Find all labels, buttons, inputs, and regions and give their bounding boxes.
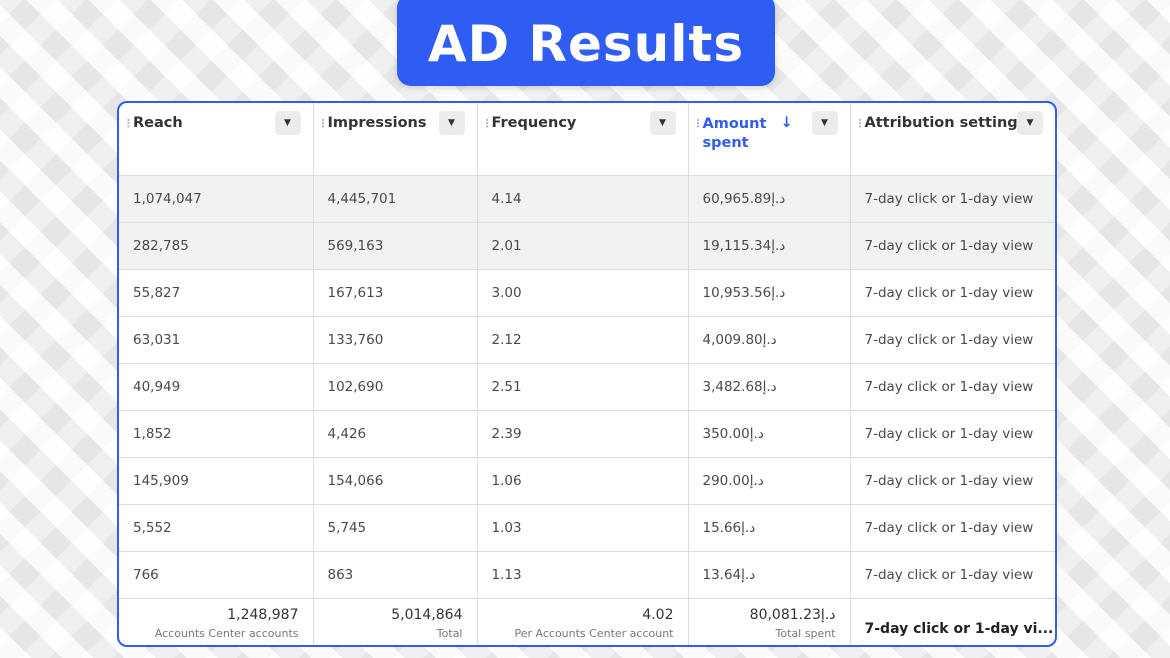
caret-down-icon[interactable]: ▼ bbox=[438, 111, 465, 135]
cell-attribution-setting: 7-day click or 1-day view bbox=[850, 551, 1055, 599]
cell-attribution-setting: 7-day click or 1-day view bbox=[850, 175, 1055, 223]
cell-attribution-setting: 7-day click or 1-day view bbox=[850, 363, 1055, 411]
cell-frequency: 1.13 bbox=[477, 551, 689, 599]
total-reach: 1,248,987 Accounts Center accounts bbox=[119, 598, 314, 645]
arrow-down-icon[interactable]: ↓ bbox=[781, 115, 793, 131]
cell-impressions: 5,745 bbox=[313, 504, 478, 552]
cell-impressions: 102,690 bbox=[313, 363, 478, 411]
cell-reach: 1,074,047 bbox=[119, 175, 314, 223]
table-row[interactable]: 766 863 1.13 13.64د.إ 7-day click or 1-day v… bbox=[119, 551, 1055, 599]
total-value: 1,248,987 bbox=[227, 607, 299, 623]
cell-attribution-setting: 7-day click or 1-day view bbox=[850, 457, 1055, 505]
table-row[interactable]: 1,852 4,426 2.39 350.00د.إ 7-day click or 1-… bbox=[119, 410, 1055, 458]
table-row[interactable]: 282,785 569,163 2.01 19,115.34د.إ 7-day clic… bbox=[119, 222, 1055, 270]
column-label: Reach bbox=[133, 115, 183, 131]
cell-amount-spent: 3,482.68د.إ bbox=[688, 363, 851, 411]
cell-reach: 1,852 bbox=[119, 410, 314, 458]
cell-frequency: 2.12 bbox=[477, 316, 689, 364]
results-table-card: ⋮ Reach ▼ ⋮ Impressions ▼ ⋮ Frequency ▼ … bbox=[117, 101, 1057, 647]
column-header-frequency[interactable]: ⋮ Frequency ▼ bbox=[477, 103, 689, 176]
column-label: Attribution setting bbox=[864, 115, 1018, 131]
cell-impressions: 863 bbox=[313, 551, 478, 599]
cell-impressions: 167,613 bbox=[313, 269, 478, 317]
column-label: Frequency bbox=[491, 115, 577, 131]
cell-amount-spent: 290.00د.إ bbox=[688, 457, 851, 505]
cell-attribution-setting: 7-day click or 1-day view bbox=[850, 504, 1055, 552]
total-value: 80,081.23د.إ bbox=[749, 607, 836, 623]
cell-frequency: 2.51 bbox=[477, 363, 689, 411]
total-value: 5,014,864 bbox=[391, 607, 463, 623]
caret-down-icon[interactable]: ▼ bbox=[274, 111, 301, 135]
cell-impressions: 569,163 bbox=[313, 222, 478, 270]
column-header-reach[interactable]: ⋮ Reach ▼ bbox=[119, 103, 314, 176]
total-caption: Total spent bbox=[775, 627, 836, 640]
total-attribution: 7-day click or 1-day vi... bbox=[850, 598, 1055, 645]
cell-reach: 282,785 bbox=[119, 222, 314, 270]
cell-frequency: 4.14 bbox=[477, 175, 689, 223]
cell-frequency: 1.03 bbox=[477, 504, 689, 552]
cell-frequency: 2.39 bbox=[477, 410, 689, 458]
cell-amount-spent: 13.64د.إ bbox=[688, 551, 851, 599]
drag-handle-icon[interactable]: ⋮ bbox=[318, 117, 329, 130]
caret-down-icon[interactable]: ▼ bbox=[811, 111, 838, 135]
column-header-impressions[interactable]: ⋮ Impressions ▼ bbox=[313, 103, 478, 176]
cell-amount-spent: 350.00د.إ bbox=[688, 410, 851, 458]
drag-handle-icon[interactable]: ⋮ bbox=[693, 117, 704, 130]
cell-amount-spent: 60,965.89د.إ bbox=[688, 175, 851, 223]
cell-reach: 55,827 bbox=[119, 269, 314, 317]
cell-impressions: 4,445,701 bbox=[313, 175, 478, 223]
caret-down-icon[interactable]: ▼ bbox=[649, 111, 676, 135]
column-header-attribution-setting[interactable]: ⋮ Attribution setting ▼ bbox=[850, 103, 1055, 176]
cell-attribution-setting: 7-day click or 1-day view bbox=[850, 269, 1055, 317]
cell-reach: 145,909 bbox=[119, 457, 314, 505]
page-title: AD Results bbox=[427, 15, 745, 73]
cell-reach: 766 bbox=[119, 551, 314, 599]
cell-attribution-setting: 7-day click or 1-day view bbox=[850, 316, 1055, 364]
table-row[interactable]: 145,909 154,066 1.06 290.00د.إ 7-day click o… bbox=[119, 457, 1055, 505]
cell-attribution-setting: 7-day click or 1-day view bbox=[850, 410, 1055, 458]
totals-row: 1,248,987 Accounts Center accounts 5,014… bbox=[119, 598, 1055, 645]
cell-frequency: 3.00 bbox=[477, 269, 689, 317]
column-label: Amount spent bbox=[702, 116, 767, 151]
total-caption: Accounts Center accounts bbox=[154, 627, 299, 640]
total-amount-spent: 80,081.23د.إ Total spent bbox=[688, 598, 851, 645]
drag-handle-icon[interactable]: ⋮ bbox=[855, 117, 866, 130]
title-banner: AD Results bbox=[397, 0, 775, 86]
cell-frequency: 2.01 bbox=[477, 222, 689, 270]
table-row[interactable]: 1,074,047 4,445,701 4.14 60,965.89د.إ 7-day … bbox=[119, 175, 1055, 223]
table-body: 1,074,047 4,445,701 4.14 60,965.89د.إ 7-day … bbox=[119, 175, 1055, 599]
header-row: ⋮ Reach ▼ ⋮ Impressions ▼ ⋮ Frequency ▼ … bbox=[119, 103, 1055, 176]
cell-amount-spent: 19,115.34د.إ bbox=[688, 222, 851, 270]
total-caption: Total bbox=[436, 627, 463, 640]
column-label: Impressions bbox=[327, 115, 427, 131]
cell-impressions: 154,066 bbox=[313, 457, 478, 505]
table-row[interactable]: 40,949 102,690 2.51 3,482.68د.إ 7-day click … bbox=[119, 363, 1055, 411]
cell-amount-spent: 4,009.80د.إ bbox=[688, 316, 851, 364]
cell-reach: 40,949 bbox=[119, 363, 314, 411]
drag-handle-icon[interactable]: ⋮ bbox=[123, 117, 134, 130]
cell-impressions: 133,760 bbox=[313, 316, 478, 364]
table-row[interactable]: 55,827 167,613 3.00 10,953.56د.إ 7-day click… bbox=[119, 269, 1055, 317]
total-frequency: 4.02 Per Accounts Center account bbox=[477, 598, 689, 645]
drag-handle-icon[interactable]: ⋮ bbox=[482, 117, 493, 130]
cell-amount-spent: 10,953.56د.إ bbox=[688, 269, 851, 317]
caret-down-icon[interactable]: ▼ bbox=[1017, 111, 1043, 135]
cell-reach: 63,031 bbox=[119, 316, 314, 364]
column-header-amount-spent[interactable]: ⋮ Amount spent ↓ ▼ bbox=[688, 103, 851, 176]
results-table: ⋮ Reach ▼ ⋮ Impressions ▼ ⋮ Frequency ▼ … bbox=[119, 103, 1055, 645]
total-impressions: 5,014,864 Total bbox=[313, 598, 478, 645]
table-row[interactable]: 63,031 133,760 2.12 4,009.80د.إ 7-day click … bbox=[119, 316, 1055, 364]
cell-frequency: 1.06 bbox=[477, 457, 689, 505]
total-value: 4.02 bbox=[642, 607, 674, 623]
cell-impressions: 4,426 bbox=[313, 410, 478, 458]
total-caption: Per Accounts Center account bbox=[514, 627, 674, 640]
cell-attribution-setting: 7-day click or 1-day view bbox=[850, 222, 1055, 270]
cell-amount-spent: 15.66د.إ bbox=[688, 504, 851, 552]
table-row[interactable]: 5,552 5,745 1.03 15.66د.إ 7-day click or 1-d… bbox=[119, 504, 1055, 552]
cell-reach: 5,552 bbox=[119, 504, 314, 552]
